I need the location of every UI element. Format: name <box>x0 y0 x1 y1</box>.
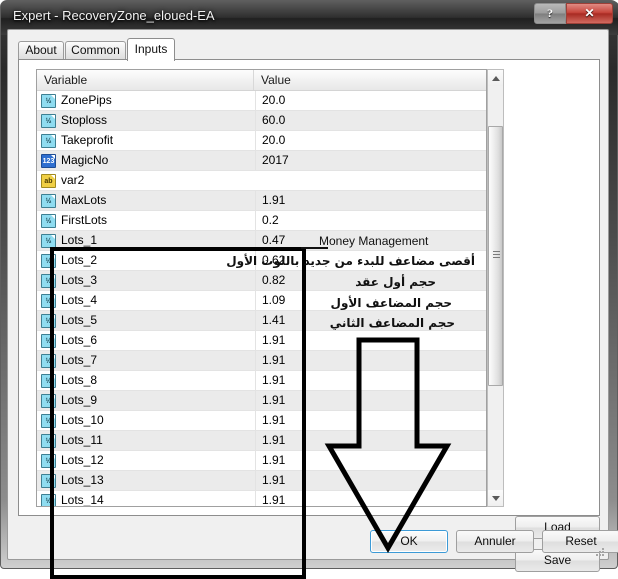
table-row[interactable]: 123 MagicNo 2017 <box>37 151 486 171</box>
expert-properties-window: Expert - RecoveryZone_eloued-EA ? ✕ Abou… <box>0 0 618 579</box>
cell-variable-value[interactable] <box>255 171 486 190</box>
cell-variable-value[interactable]: 1.91 <box>255 331 486 350</box>
resize-grip-icon[interactable] <box>594 546 605 557</box>
table-row[interactable]: ½ FirstLots 0.2 <box>37 211 486 231</box>
cell-variable-value[interactable]: 60.0 <box>255 111 486 130</box>
cell-variable-name: Lots_2 <box>61 253 98 267</box>
table-header-row: Variable Value <box>37 70 486 91</box>
table-row[interactable]: ½ MaxLots 1.91 <box>37 191 486 211</box>
cell-variable-name: Lots_7 <box>61 353 98 367</box>
ok-button[interactable]: OK <box>370 530 448 553</box>
cell-variable-value[interactable]: 1.91 <box>255 191 486 210</box>
table-row[interactable]: ½ Lots_11 1.91 <box>37 431 486 451</box>
cell-variable-value[interactable]: 1.91 <box>255 451 486 470</box>
dialog-client-area: About Common Inputs Variable Value ½ Zone… <box>7 29 618 579</box>
tab-common[interactable]: Common <box>65 41 126 60</box>
cell-variable-name: var2 <box>61 173 85 187</box>
cell-variable-value[interactable]: 2017 <box>255 151 486 170</box>
cell-variable-name: Stoploss <box>61 113 108 127</box>
tab-about[interactable]: About <box>18 41 64 60</box>
cell-variable-name: ZonePips <box>61 93 112 107</box>
scroll-up-arrow-icon[interactable] <box>488 70 503 86</box>
cell-variable-name: Lots_3 <box>61 273 98 287</box>
cancel-button[interactable]: Annuler <box>456 530 534 553</box>
cell-variable-value[interactable]: 1.91 <box>255 471 486 490</box>
table-row[interactable]: ½ Lots_9 1.91 <box>37 391 486 411</box>
cell-variable-value[interactable]: 1.91 <box>255 411 486 430</box>
table-row[interactable]: ½ Lots_7 1.91 <box>37 351 486 371</box>
annotation-underline <box>301 247 328 249</box>
help-button[interactable]: ? <box>534 3 566 24</box>
cell-variable-name: FirstLots <box>61 213 108 227</box>
annotation-money-management: Money Management <box>319 234 429 248</box>
cell-variable-name: Lots_13 <box>61 473 104 487</box>
cell-variable-name: Lots_4 <box>61 293 98 307</box>
table-row[interactable]: ½ Lots_6 1.91 <box>37 331 486 351</box>
cell-variable-name: Lots_5 <box>61 313 98 327</box>
cell-variable-name: Lots_1 <box>61 233 98 247</box>
cell-variable-name: Lots_10 <box>61 413 104 427</box>
annotation-arabic-lots2: حجم المضاعف الثاني <box>329 316 455 330</box>
table-row[interactable]: ½ ZonePips 20.0 <box>37 91 486 111</box>
annotation-arabic-firstlots: حجم أول عقد <box>355 275 436 289</box>
table-row[interactable]: ½ Takeprofit 20.0 <box>37 131 486 151</box>
cell-variable-value[interactable]: 1.91 <box>255 391 486 410</box>
cell-variable-value[interactable]: 1.91 <box>255 371 486 390</box>
cell-variable-value[interactable]: 20.0 <box>255 91 486 110</box>
cell-variable-value[interactable]: 0.2 <box>255 211 486 230</box>
cell-variable-name: Lots_8 <box>61 373 98 387</box>
annotation-arabic-lots1: حجم المضاعف الأول <box>330 296 452 310</box>
column-header-variable[interactable]: Variable <box>37 70 254 90</box>
cell-variable-name: MaxLots <box>61 193 107 207</box>
table-row[interactable]: ½ Stoploss 60.0 <box>37 111 486 131</box>
window-title: Expert - RecoveryZone_eloued-EA <box>13 8 215 23</box>
scrollbar-grip-icon <box>493 251 500 258</box>
tab-strip: About Common Inputs <box>18 38 600 61</box>
cell-variable-name: Takeprofit <box>61 133 114 147</box>
vertical-scrollbar[interactable] <box>487 69 504 507</box>
cell-variable-value[interactable]: 20.0 <box>255 131 486 150</box>
column-header-value[interactable]: Value <box>254 70 486 90</box>
table-row[interactable]: ½ Lots_10 1.91 <box>37 411 486 431</box>
cell-variable-value[interactable]: 1.91 <box>255 491 486 506</box>
scroll-down-arrow-icon[interactable] <box>488 490 503 506</box>
cell-variable-name: Lots_12 <box>61 453 104 467</box>
table-row[interactable]: ½ Lots_14 1.91 <box>37 491 486 507</box>
table-row[interactable]: ½ Lots_13 1.91 <box>37 471 486 491</box>
scrollbar-thumb[interactable] <box>488 126 503 386</box>
reset-button[interactable]: Reset <box>542 530 618 553</box>
table-row[interactable]: ab var2 <box>37 171 486 191</box>
cell-variable-name: Lots_9 <box>61 393 98 407</box>
cell-variable-name: MagicNo <box>61 153 109 167</box>
cell-variable-name: Lots_11 <box>61 433 103 447</box>
close-button[interactable]: ✕ <box>566 3 613 24</box>
inputs-tab-page: Variable Value ½ ZonePips 20.0 ½ Stoploss 60.… <box>18 59 600 579</box>
cell-variable-value[interactable]: 1.91 <box>255 351 486 370</box>
tab-inputs[interactable]: Inputs <box>127 38 175 61</box>
annotation-arabic-maxlots: أقصى مضاعف للبدء من جديد باللوت الأول <box>226 254 475 268</box>
cell-variable-name: Lots_14 <box>61 493 104 507</box>
cell-variable-name: Lots_6 <box>61 333 98 347</box>
table-row[interactable]: ½ Lots_12 1.91 <box>37 451 486 471</box>
cell-variable-value[interactable]: 1.91 <box>255 431 486 450</box>
table-row[interactable]: ½ Lots_8 1.91 <box>37 371 486 391</box>
